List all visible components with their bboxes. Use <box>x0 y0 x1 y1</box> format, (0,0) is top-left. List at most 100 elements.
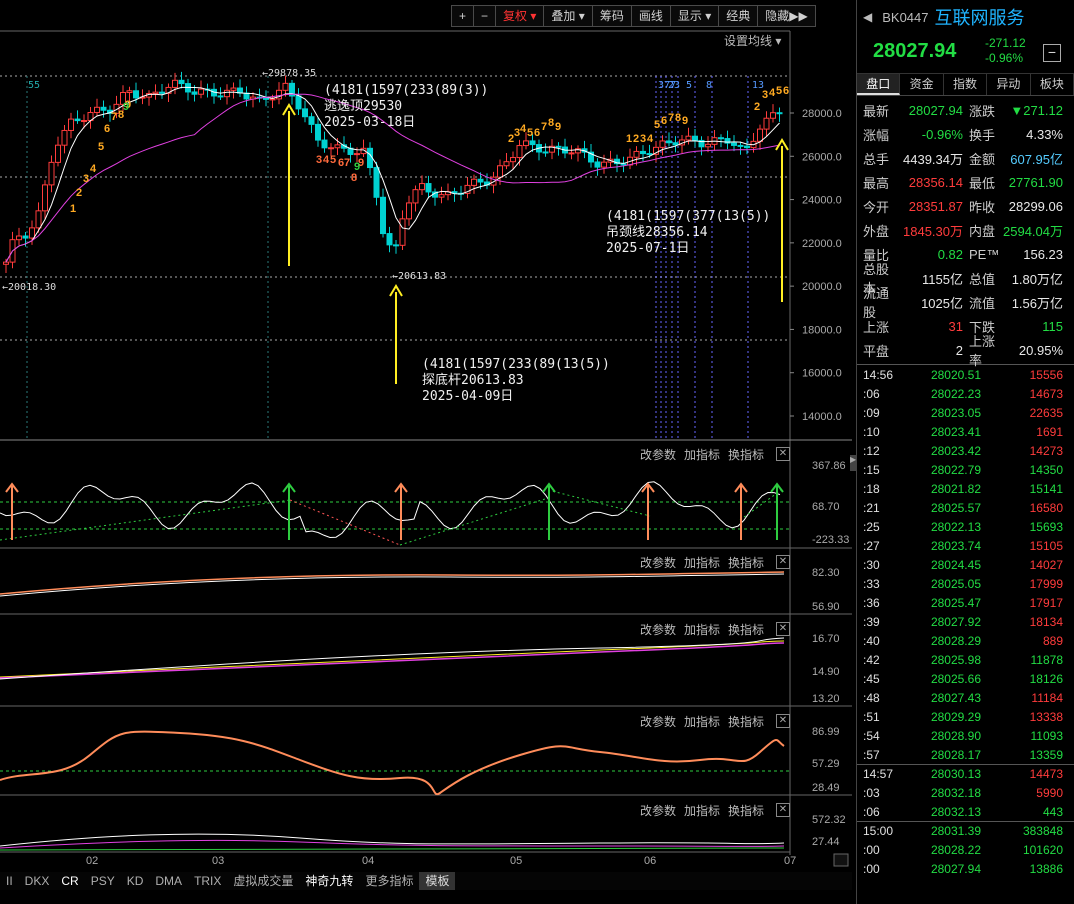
kline-chart-svg[interactable]: 28000.0 26000.0 24000.0 22000.0 20000.0 18000… <box>0 0 852 872</box>
chart-area[interactable]: 28000.0 26000.0 24000.0 22000.0 20000.0 18000… <box>0 0 852 872</box>
tab-magic-nine[interactable]: 神奇九转 <box>299 872 359 890</box>
nine-turn-label: 3 <box>316 154 322 166</box>
tick-row: :00 28028.22 101620 <box>857 840 1074 859</box>
edit-params-link[interactable]: 改参数 <box>640 556 676 570</box>
count-label: 55 <box>28 80 40 91</box>
tab-dma[interactable]: DMA <box>149 872 188 890</box>
candle-body <box>282 82 289 91</box>
draw-line-button[interactable]: 画线 <box>630 5 671 27</box>
tab-sector[interactable]: 板块 <box>1031 74 1074 95</box>
edit-params-link[interactable]: 改参数 <box>640 715 676 729</box>
edit-params-link[interactable]: 改参数 <box>640 804 676 818</box>
stat-value: 4.33% <box>1026 126 1063 142</box>
zoom-out-button[interactable]: − <box>473 5 497 27</box>
tick-time: :27 <box>863 538 880 553</box>
change-indicator-link[interactable]: 换指标 <box>728 556 764 570</box>
tick-row: :36 28025.47 17917 <box>857 593 1074 612</box>
tab-virtual-volume[interactable]: 虚拟成交量 <box>227 872 299 890</box>
tick-time: :36 <box>863 595 880 610</box>
change-indicator-link[interactable]: 换指标 <box>728 623 764 637</box>
edit-params-link[interactable]: 改参数 <box>640 448 676 462</box>
candle-body <box>471 178 477 186</box>
add-indicator-link[interactable]: 加指标 <box>684 448 720 462</box>
candle-body <box>529 140 536 146</box>
tab-movement[interactable]: 异动 <box>987 74 1031 95</box>
candle-body <box>172 79 178 88</box>
close-icon[interactable]: ✕ <box>776 803 790 817</box>
count-label: 8 <box>706 80 712 91</box>
close-icon[interactable]: ✕ <box>776 714 790 728</box>
scroll-right-icon <box>833 853 849 867</box>
tick-row: :45 28025.66 18126 <box>857 669 1074 688</box>
candle-body <box>737 144 744 147</box>
tick-row: :10 28023.41 1691 <box>857 422 1074 441</box>
tick-volume: 13886 <box>1029 861 1063 876</box>
candle-body <box>380 196 386 235</box>
stat-value: 1025亿 <box>921 295 963 311</box>
dropdown-icon: ▾ <box>578 9 585 23</box>
add-indicator-link[interactable]: 加指标 <box>684 715 720 729</box>
tick-volume: 18134 <box>1029 614 1063 629</box>
add-indicator-link[interactable]: 加指标 <box>684 623 720 637</box>
tab-index[interactable]: 指数 <box>944 74 988 95</box>
indicator-line <box>0 642 785 679</box>
tab-ii[interactable]: II <box>0 872 19 890</box>
dropdown-icon: ▾ <box>705 9 712 23</box>
dropdown-icon: ▾ <box>775 34 782 48</box>
indicator-tabs: II DKX CR PSY KD DMA TRIX 虚拟成交量 神奇九转 更多指… <box>0 872 852 890</box>
panel-tick-label: 367.86 <box>812 460 846 472</box>
candle-body <box>178 79 185 85</box>
tick-price: 28023.42 <box>930 443 981 458</box>
display-button[interactable]: 显示 ▾ <box>669 5 720 27</box>
change-indicator-link[interactable]: 换指标 <box>728 715 764 729</box>
tab-psy[interactable]: PSY <box>85 872 121 890</box>
tick-price: 28025.66 <box>930 671 981 686</box>
minus-button[interactable]: − <box>1043 44 1061 62</box>
panel-tick-label: 572.32 <box>812 814 846 826</box>
ma-setting-button[interactable]: 设置均线 ▾ <box>724 32 781 49</box>
tab-funds[interactable]: 资金 <box>900 74 944 95</box>
edit-params-link[interactable]: 改参数 <box>640 623 676 637</box>
tab-order-book[interactable]: 盘口 <box>857 74 901 95</box>
tab-trix[interactable]: TRIX <box>188 872 227 890</box>
candle-body <box>386 233 393 246</box>
change-indicator-link[interactable]: 换指标 <box>728 448 764 462</box>
add-indicator-link[interactable]: 加指标 <box>684 804 720 818</box>
restore-rights-button[interactable]: 复权 ▾ <box>495 5 545 27</box>
candle-body <box>198 88 204 95</box>
close-icon[interactable]: ✕ <box>776 555 790 569</box>
quote-summary: 28027.94 -271.12 -0.96% − <box>857 34 1074 74</box>
panel-tick-label: 86.99 <box>812 726 840 738</box>
tab-kd[interactable]: KD <box>121 872 150 890</box>
overlay-button[interactable]: 叠加 ▾ <box>543 5 593 27</box>
chips-button[interactable]: 筹码 <box>591 5 632 27</box>
close-icon[interactable]: ✕ <box>776 622 790 636</box>
nine-turn-label: 4 <box>323 154 330 166</box>
annotation-code: (4181(1597(233(89(3)) <box>324 83 488 98</box>
annotation-date: 2025-04-09日 <box>422 389 513 404</box>
zoom-in-button[interactable]: + <box>451 5 475 27</box>
tick-row: :51 28029.29 13338 <box>857 707 1074 726</box>
nine-turn-label: 3 <box>83 173 89 185</box>
prev-arrow-icon[interactable]: ◀ <box>863 10 872 24</box>
tab-more-indicators[interactable]: 更多指标 <box>359 872 419 890</box>
candle-body <box>425 183 432 193</box>
trend-line <box>289 499 401 546</box>
candle-body <box>133 90 139 99</box>
chart-toolbar: + − 复权 ▾ 叠加 ▾ 筹码 画线 显示 ▾ 经典 隐藏▶▶ <box>451 5 816 27</box>
candle-body <box>659 140 666 148</box>
close-icon[interactable]: ✕ <box>776 447 790 461</box>
annotation-name: 逃逸顶29530 <box>324 99 402 114</box>
candle-body <box>438 194 445 198</box>
add-indicator-link[interactable]: 加指标 <box>684 556 720 570</box>
nine-turn-label: 4 <box>769 87 776 99</box>
change-indicator-link[interactable]: 换指标 <box>728 804 764 818</box>
candle-body <box>419 183 425 191</box>
classic-button[interactable]: 经典 <box>718 5 759 27</box>
tab-dkx[interactable]: DKX <box>19 872 56 890</box>
hide-button[interactable]: 隐藏▶▶ <box>757 5 816 27</box>
tick-list[interactable]: 14:56 28020.51 15556:06 28022.23 14673:09 280… <box>857 364 1074 878</box>
candle-body <box>633 150 640 158</box>
tab-cr[interactable]: CR <box>55 872 84 890</box>
tab-template[interactable]: 模板 <box>419 872 456 890</box>
